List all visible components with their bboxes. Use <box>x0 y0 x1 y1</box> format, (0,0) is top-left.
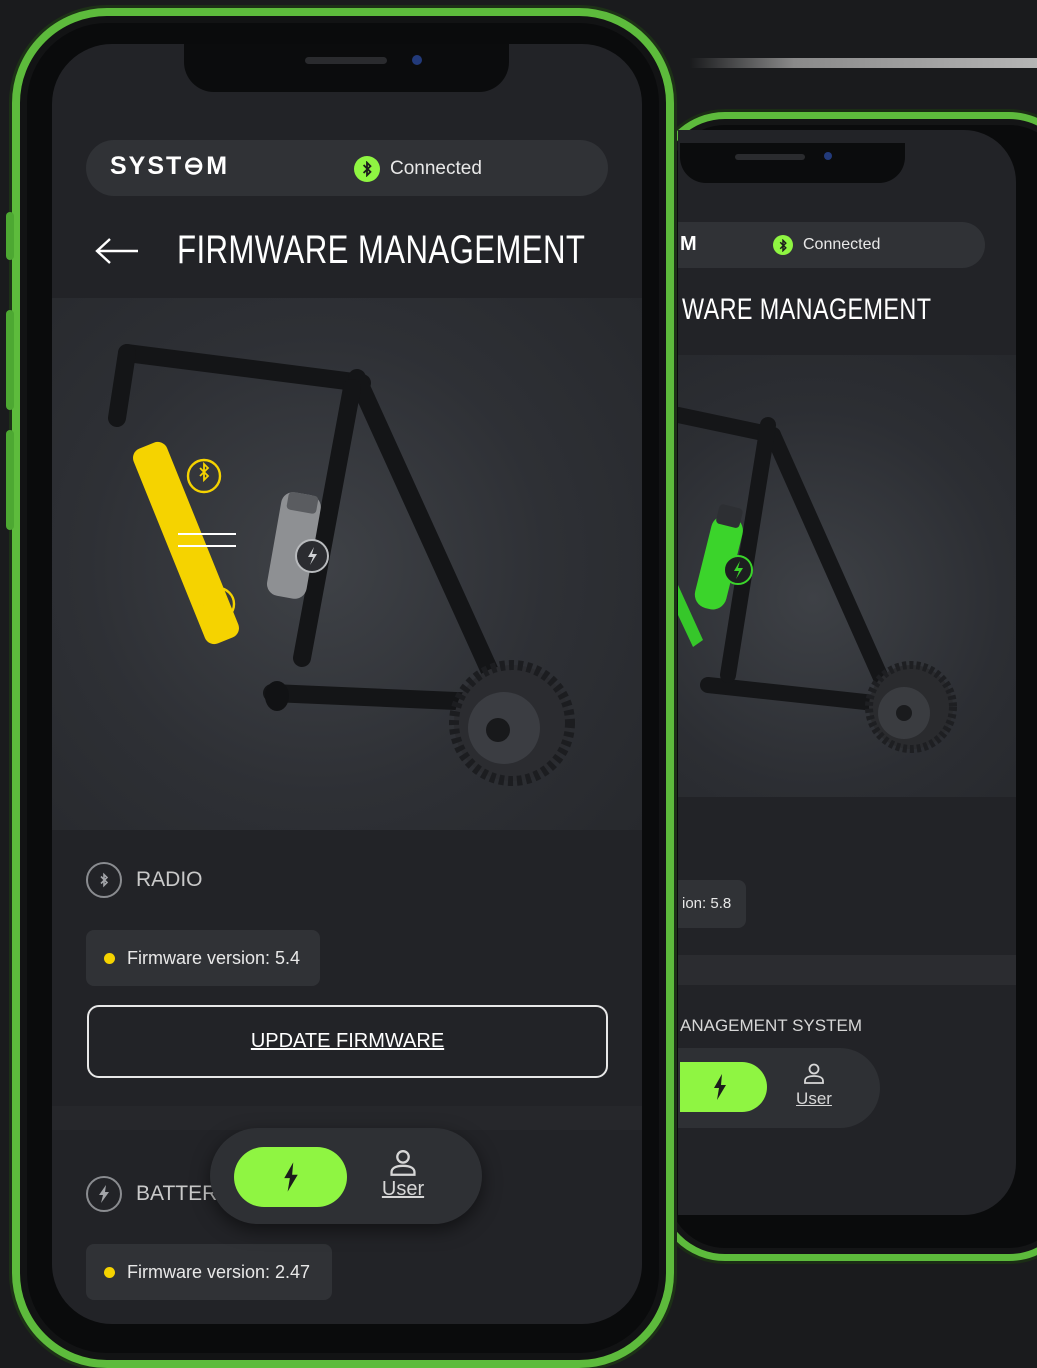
back-phone-notch <box>680 143 905 183</box>
back-connection-status: Connected <box>773 235 880 255</box>
battery-section-header: BATTER <box>86 1176 217 1212</box>
front-phone-speaker <box>305 57 387 64</box>
back-separator <box>678 955 1016 985</box>
radio-label: RADIO <box>136 868 203 891</box>
user-tab-label: User <box>381 1178 425 1200</box>
status-dot <box>104 1266 115 1278</box>
user-icon <box>804 1063 824 1084</box>
status-dot <box>104 952 115 964</box>
phone-volume-down <box>6 430 14 530</box>
back-tab-user[interactable]: User <box>790 1062 838 1109</box>
back-phone-camera <box>824 152 832 160</box>
page-title: FIRMWARE MANAGEMENT <box>177 228 586 272</box>
radio-firmware-version: Firmware version: 5.4 <box>127 947 301 968</box>
back-status-label: Connected <box>803 236 881 253</box>
phone-side-button <box>6 212 14 260</box>
tab-power[interactable] <box>234 1147 347 1207</box>
front-phone-camera <box>412 55 422 65</box>
back-firmware-chip: ion: 5.8 <box>678 880 746 928</box>
back-tab-power[interactable] <box>680 1062 767 1112</box>
bluetooth-icon <box>354 156 380 182</box>
section-separator <box>52 1106 642 1130</box>
light-streak <box>690 58 1037 68</box>
phone-volume-up <box>6 310 14 410</box>
back-phone-speaker <box>735 154 805 160</box>
battery-firmware-chip: Firmware version: 2.47 <box>86 1244 332 1300</box>
back-page-title: WARE MANAGEMENT <box>682 293 932 326</box>
back-logo: M <box>680 233 698 255</box>
battery-label: BATTER <box>136 1182 218 1205</box>
system-logo: SYST⊖M <box>110 152 230 180</box>
arrow-left-icon <box>95 238 138 264</box>
bolt-icon <box>714 1074 726 1100</box>
back-user-label: User <box>796 1089 832 1108</box>
radio-section-header: RADIO <box>86 862 203 898</box>
user-icon <box>390 1150 416 1176</box>
tab-user[interactable]: User <box>372 1148 434 1201</box>
bluetooth-icon <box>86 862 122 898</box>
front-phone-notch <box>184 44 509 92</box>
back-section-label: ANAGEMENT SYSTEM <box>680 1016 862 1035</box>
bike-render <box>52 298 642 830</box>
bolt-icon <box>86 1176 122 1212</box>
battery-firmware-version: Firmware version: 2.47 <box>127 1261 311 1282</box>
bluetooth-icon <box>773 235 793 255</box>
back-bike-render <box>670 355 1016 797</box>
back-button[interactable] <box>94 236 140 271</box>
update-firmware-button[interactable]: UPDATE FIRMWARE <box>87 1005 608 1078</box>
bolt-icon <box>283 1162 298 1192</box>
connection-status: Connected <box>354 156 482 182</box>
radio-firmware-chip: Firmware version: 5.4 <box>86 930 320 986</box>
status-label: Connected <box>390 158 482 179</box>
